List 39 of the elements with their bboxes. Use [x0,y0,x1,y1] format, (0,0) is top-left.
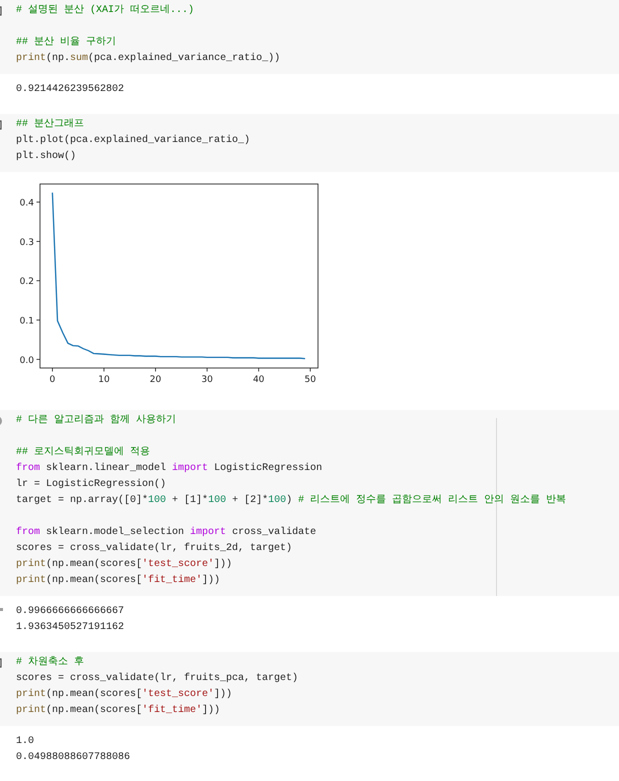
code-line: from sklearn.linear_model import LogisticRegression [16,462,322,476]
y-tick-label: 0.3 [20,238,34,248]
x-tick-label: 40 [252,375,264,384]
code-line: plt.show() [16,150,76,164]
code-line: print(np.mean(scores['fit_time'])) [16,574,220,588]
code-line: ## 분산그래프 [16,118,84,132]
code-line: ## 분산 비율 구하기 [16,36,116,50]
x-tick-label: 10 [98,375,110,384]
y-tick-label: 0.0 [20,356,34,366]
code-line: print(np.mean(scores['test_score'])) [16,558,232,572]
code-cell[interactable]: # 차원축소 후 scores = cross_validate(lr, fruits_pca, target) print(np.mean(scores['test_score'])) print(np.mean(scores['fit_time'])) [0,652,619,726]
code-line: # 다른 알고리즘과 함께 사용하기 [16,414,176,428]
code-cell[interactable]: # 설명된 분산 (XAI가 떠오르네...) ## 분산 비율 구하기 print(np.sum(pca.explained_variance_ratio_)) [0,0,619,74]
output-text: 1.0 [16,735,34,749]
code-line: lr = LogisticRegression() [16,478,166,492]
output-text: 0.9214426239562802 [16,83,124,97]
y-tick-label: 0.1 [20,316,34,327]
code-line: # 설명된 분산 (XAI가 떠오르네...) [16,4,194,18]
code-cell[interactable] [0,410,619,596]
code-line: print(np.sum(pca.explained_variance_ratio_)) [16,52,280,66]
code-line: print(np.mean(scores['test_score'])) [16,688,232,702]
code-line: scores = cross_validate(lr, fruits_2d, target) [16,542,292,556]
code-cell[interactable]: ## 분산그래프 plt.plot(pca.explained_variance_ratio_) plt.show() [0,114,619,172]
output-text: 0.04988088607788086 [16,751,130,765]
code-line: # 차원축소 후 [16,655,84,670]
y-tick-label: 0.4 [20,198,34,209]
code-line: from sklearn.model_selection import cross_validate [16,526,316,540]
x-tick-label: 30 [201,375,213,384]
output-text: 1.9363450527191162 [16,621,124,635]
code-line: plt.plot(pca.explained_variance_ratio_) [16,134,250,148]
code-line: target = np.array([0]*100 + [1]*100 + [2]*100) # 리스트에 정수를 곱함으로써 리스트 안의 원소를 반복 [16,494,566,508]
code-line: print(np.mean(scores['fit_time'])) [16,704,220,718]
code-line: ## 로지스틱회귀모델에 적용 [16,446,150,460]
x-tick-label: 20 [150,375,162,384]
x-tick-label: 50 [304,375,316,384]
x-tick-label: 0 [50,375,56,384]
code-line: scores = cross_validate(lr, fruits_pca, target) [16,672,298,686]
output-text: 0.9966666666666667 [16,605,124,619]
y-tick-label: 0.2 [20,277,34,288]
